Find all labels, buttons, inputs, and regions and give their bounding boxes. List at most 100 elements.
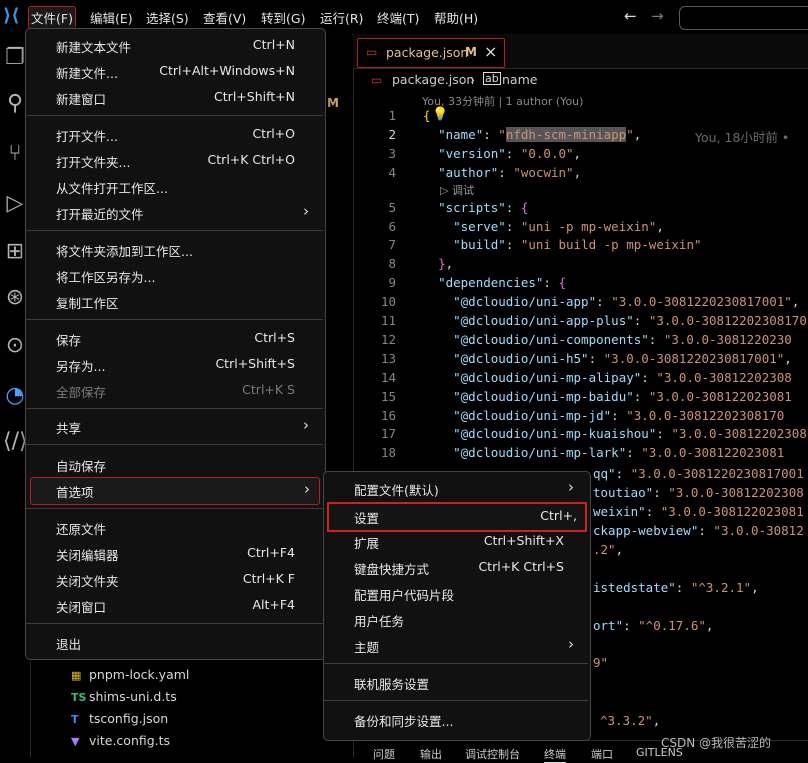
code-fragment[interactable]: 9" (593, 655, 608, 670)
explorer-icon[interactable]: ❐ (3, 46, 27, 70)
breadcrumb-file[interactable]: package.json (392, 72, 474, 87)
menu-help[interactable]: 帮助(H) (434, 8, 478, 27)
code-line[interactable]: "@dcloudio/uni-mp-lark": "3.0.0-30812202… (423, 445, 784, 460)
code-line[interactable]: "author": "wocwin", (423, 165, 581, 180)
menu-item-new-text-file[interactable]: 新建文本文件 Ctrl+N (26, 33, 323, 59)
back-arrow-icon[interactable]: ← (624, 7, 637, 25)
menu-item-profiles[interactable]: 配置文件(默认) › (324, 476, 588, 502)
menu-item-open-workspace[interactable]: 从文件打开工作区... (26, 174, 323, 200)
menu-item-auto-save[interactable]: 自动保存 (26, 452, 323, 478)
command-center-search[interactable] (679, 6, 808, 30)
extensions-icon[interactable]: ⊞ (3, 240, 27, 264)
code-line[interactable]: "@dcloudio/uni-components": "3.0.0-30812… (423, 332, 792, 347)
run-debug-icon[interactable]: ▷ (3, 192, 27, 216)
panel-tab-problems[interactable]: 问题 (373, 746, 395, 762)
code-line[interactable]: "dependencies": { (423, 275, 566, 290)
menu-item-extensions[interactable]: 扩展 Ctrl+Shift+X (324, 529, 588, 555)
code-line[interactable]: "@dcloudio/uni-app": "3.0.0-308122023081… (423, 294, 799, 309)
yaml-file-icon: ▦ (71, 669, 82, 682)
code-fragment[interactable]: qq": "3.0.0-3081220230817001 (593, 466, 804, 481)
file-item[interactable]: Ttsconfig.json (71, 711, 168, 726)
menu-item-label: 关闭编辑器 (56, 548, 119, 563)
code-line[interactable]: }, (423, 256, 453, 271)
close-icon[interactable]: × (484, 42, 497, 61)
menu-edit[interactable]: 编辑(E) (90, 8, 133, 27)
code-icon[interactable]: ⟨/⟩ (3, 430, 28, 454)
menu-item-open-file[interactable]: 打开文件... Ctrl+O (26, 122, 323, 148)
menu-item-backup-sync[interactable]: 备份和同步设置... (324, 707, 588, 733)
code-fragment[interactable]: weixin": "3.0.0-308122023081 (593, 504, 804, 519)
code-line[interactable]: "@dcloudio/uni-mp-baidu": "3.0.0-3081220… (423, 389, 792, 404)
menu-item-user-snippets[interactable]: 配置用户代码片段 (324, 581, 588, 607)
menu-item-user-tasks[interactable]: 用户任务 (324, 607, 588, 633)
code-line[interactable]: "@dcloudio/uni-h5": "3.0.0-3081220230817… (423, 351, 792, 366)
code-line[interactable]: "scripts": { (423, 200, 528, 215)
code-line[interactable]: "name": "nfdh-scm-miniapp", (423, 126, 641, 142)
code-fragment[interactable]: ort": "^0.17.6", (593, 618, 713, 633)
forward-arrow-icon[interactable]: → (651, 7, 664, 25)
code-line[interactable]: "@dcloudio/uni-mp-kuaishou": "3.0.0-3081… (423, 426, 807, 441)
menu-view[interactable]: 查看(V) (203, 8, 246, 27)
code-line[interactable]: "serve": "uni -p mp-weixin", (423, 219, 664, 234)
code-line[interactable]: "version": "0.0.0", (423, 146, 581, 161)
code-fragment[interactable]: ^3.3.2", (600, 713, 660, 728)
menu-item-close-editor[interactable]: 关闭编辑器 Ctrl+F4 (26, 541, 323, 567)
menu-item-settings[interactable]: 设置 Ctrl+, (327, 502, 587, 532)
code-fragment[interactable]: toutiao": "3.0.0-30812202308 (593, 485, 804, 500)
panel-tab-ports[interactable]: 端口 (591, 746, 613, 762)
menu-file[interactable]: 文件(F) (28, 6, 76, 29)
tab-package-json[interactable]: ▭ package.json M × (357, 38, 505, 68)
menu-item-duplicate-workspace[interactable]: 复制工作区 (26, 289, 323, 315)
menu-item-label: 将文件夹添加到工作区... (56, 244, 193, 259)
menu-item-open-recent[interactable]: 打开最近的文件 › (26, 200, 323, 226)
code-line[interactable]: "build": "uni build -p mp-weixin" (423, 237, 701, 252)
code-fragment[interactable]: istedstate": "^3.2.1", (593, 580, 759, 595)
menu-item-open-folder[interactable]: 打开文件夹... Ctrl+K Ctrl+O (26, 148, 323, 174)
panel-tab-terminal[interactable]: 终端 (544, 746, 566, 763)
menu-item-online-services[interactable]: 联机服务设置 (324, 670, 588, 696)
code-line[interactable]: "@dcloudio/uni-mp-jd": "3.0.0-3081220230… (423, 408, 784, 423)
debug-label: 调试 (451, 184, 474, 197)
search-icon[interactable]: ⚲ (3, 92, 27, 116)
menu-go[interactable]: 转到(G) (261, 8, 305, 27)
menu-item-label: 保存 (56, 333, 82, 348)
code-line[interactable]: "@dcloudio/uni-mp-alipay": "3.0.0-308122… (423, 370, 792, 385)
git-graph-icon[interactable]: ⊛ (3, 286, 27, 310)
menu-item-preferences[interactable]: 首选项 › (30, 477, 320, 505)
file-item[interactable]: ▦ pnpm-lock.yaml (71, 667, 189, 682)
menu-item-close-folder[interactable]: 关闭文件夹 Ctrl+K F (26, 567, 323, 593)
menu-item-share[interactable]: 共享 › (26, 414, 323, 440)
line-number: 9 (388, 275, 396, 291)
code-fragment[interactable]: ckapp-webview": "3.0.0-30812 (593, 523, 804, 538)
menu-item-shortcut: Ctrl+K F (242, 571, 295, 586)
menu-selection[interactable]: 选择(S) (146, 8, 189, 27)
panel-tab-output[interactable]: 输出 (420, 746, 442, 762)
menu-item-keyboard-shortcuts[interactable]: 键盘快捷方式 Ctrl+K Ctrl+S (324, 555, 588, 581)
source-control-icon[interactable]: ⑂ (3, 142, 27, 166)
debug-codelens[interactable]: ▷ 调试 (440, 182, 474, 198)
menu-run[interactable]: 运行(R) (320, 8, 363, 27)
menu-item-shortcut: Ctrl+Alt+Windows+N (159, 63, 295, 78)
menu-item-add-folder[interactable]: 将文件夹添加到工作区... (26, 237, 323, 263)
edge-devtools-icon[interactable]: ◔ (3, 384, 27, 408)
menu-item-save[interactable]: 保存 Ctrl+S (26, 326, 323, 352)
menu-item-save-workspace-as[interactable]: 将工作区另存为... (26, 263, 323, 289)
file-item[interactable]: ▼ vite.config.ts (71, 733, 170, 748)
breadcrumb-symbol[interactable]: name (502, 72, 537, 87)
lightbulb-icon[interactable]: 💡 (432, 107, 448, 122)
menu-item-themes[interactable]: 主题 › (324, 633, 588, 659)
menu-item-exit[interactable]: 退出 (26, 630, 323, 656)
menu-item-new-window[interactable]: 新建窗口 Ctrl+Shift+N (26, 85, 323, 111)
panel-tab-debug-console[interactable]: 调试控制台 (465, 746, 520, 762)
file-item[interactable]: TS shims-uni.d.ts (71, 689, 177, 704)
menu-item-new-file[interactable]: 新建文件... Ctrl+Alt+Windows+N (26, 59, 323, 85)
code-line[interactable]: "@dcloudio/uni-app-plus": "3.0.0-3081220… (423, 313, 807, 328)
chevron-right-icon: › (568, 478, 574, 496)
menu-item-revert-file[interactable]: 还原文件 (26, 515, 323, 541)
remote-icon[interactable]: ⊙ (3, 334, 27, 358)
code-fragment[interactable]: .2", (593, 542, 623, 557)
menu-item-close-window[interactable]: 关闭窗口 Alt+F4 (26, 593, 323, 619)
menu-item-save-as[interactable]: 另存为... Ctrl+Shift+S (26, 352, 323, 378)
code-line[interactable]: { (423, 108, 431, 123)
menu-terminal[interactable]: 终端(T) (377, 8, 419, 27)
